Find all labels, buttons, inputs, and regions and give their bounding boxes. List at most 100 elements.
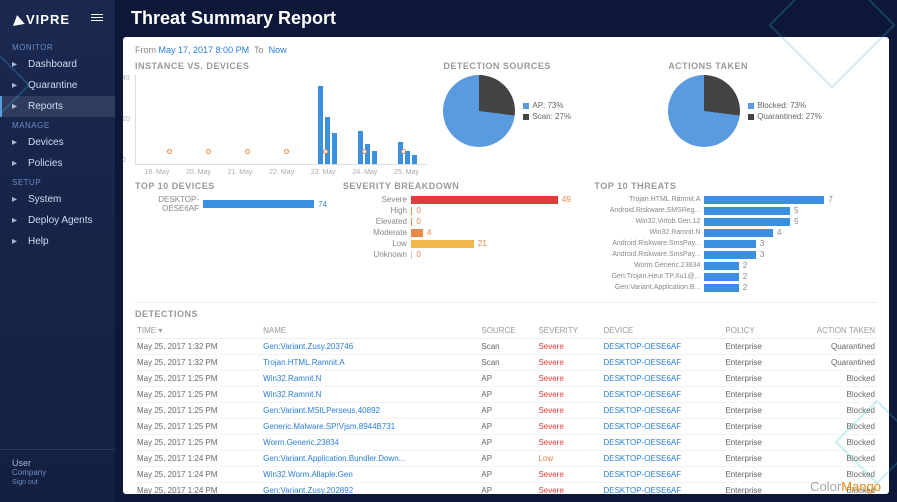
device-link[interactable]: DESKTOP-OESE6AF xyxy=(601,355,723,371)
severity-row-moderate: Moderate 4 xyxy=(343,228,579,237)
severity-value: 4 xyxy=(427,228,431,237)
detection-name-link[interactable]: Worm.Generic.23834 xyxy=(261,435,479,451)
quarantine-icon: ▸ xyxy=(12,80,22,91)
detections-title: DETECTIONS xyxy=(135,309,877,319)
device-value: 74 xyxy=(318,200,327,209)
severity-bar xyxy=(411,207,413,215)
device-link[interactable]: DESKTOP-OESE6AF xyxy=(601,419,723,435)
detection-name-link[interactable]: Win32.Worm.Allaple.Gen xyxy=(261,467,479,483)
threat-value: 2 xyxy=(743,283,747,292)
table-header[interactable]: POLICY xyxy=(723,323,783,339)
detection-name-link[interactable]: Gen:Variant.MSILPerseus.40892 xyxy=(261,403,479,419)
nav-reports[interactable]: ▸Reports xyxy=(0,96,115,117)
threat-value: 2 xyxy=(743,261,747,270)
top-devices-title: TOP 10 DEVICES xyxy=(135,181,327,191)
threat-row: Worm.Generic.23834 2 xyxy=(594,261,877,270)
table-row[interactable]: May 25, 2017 1:25 PMWin32.Ramnit.NAPSeve… xyxy=(135,387,877,403)
dashboard-icon: ▸ xyxy=(12,59,22,70)
nav-item-label: Dashboard xyxy=(28,59,77,70)
detection-name-link[interactable]: Gen:Variant.Application.Bundler.Down... xyxy=(261,451,479,467)
sidebar-user[interactable]: User Company Sign out xyxy=(0,449,115,494)
threat-bar xyxy=(704,262,738,270)
detection-name-link[interactable]: Gen:Variant.Zusy.203746 xyxy=(261,339,479,355)
table-row[interactable]: May 25, 2017 1:25 PMGeneric.Malware.SP!V… xyxy=(135,419,877,435)
device-bar-row: DESKTOP-OESE6AF74 xyxy=(135,195,327,213)
device-link[interactable]: DESKTOP-OESE6AF xyxy=(601,403,723,419)
table-row[interactable]: May 25, 2017 1:25 PMWorm.Generic.23834AP… xyxy=(135,435,877,451)
top-threats-title: TOP 10 THREATS xyxy=(594,181,877,191)
threat-row: Win32.Ramnit.N4 xyxy=(594,228,877,237)
chart-bar xyxy=(325,117,330,164)
table-row[interactable]: May 25, 2017 1:24 PMGen:Variant.Applicat… xyxy=(135,451,877,467)
threat-row: Gen:Trojan.Heur.TP.Xu1@...2 xyxy=(594,272,877,281)
table-row[interactable]: May 25, 2017 1:25 PMWin32.Ramnit.NAPSeve… xyxy=(135,371,877,387)
from-date-link[interactable]: May 17, 2017 8:00 PM xyxy=(159,45,250,55)
nav-item-label: Deploy Agents xyxy=(28,215,93,226)
user-name: User xyxy=(12,458,103,468)
detection-name-link[interactable]: Generic.Malware.SP!Vjsm.8944B731 xyxy=(261,419,479,435)
table-header[interactable]: DEVICE xyxy=(601,323,723,339)
threat-value: 2 xyxy=(743,272,747,281)
device-link[interactable]: DESKTOP-OESE6AF xyxy=(601,387,723,403)
nav-section-label: MANAGE xyxy=(0,117,115,132)
table-header[interactable]: SOURCE xyxy=(479,323,536,339)
nav-devices[interactable]: ▸Devices xyxy=(0,132,115,153)
severity-label: Unknown xyxy=(343,250,411,259)
signout-link[interactable]: Sign out xyxy=(12,479,103,486)
device-link[interactable]: DESKTOP-OESE6AF xyxy=(601,467,723,483)
device-link[interactable]: DESKTOP-OESE6AF xyxy=(601,371,723,387)
device-link[interactable]: DESKTOP-OESE6AF xyxy=(601,339,723,355)
nav-deploy-agents[interactable]: ▸Deploy Agents xyxy=(0,210,115,231)
threat-bar xyxy=(704,251,755,259)
chart-dot xyxy=(206,149,211,154)
to-date-link[interactable]: Now xyxy=(269,45,287,55)
nav-item-label: Help xyxy=(28,236,49,247)
menu-toggle-icon[interactable] xyxy=(91,12,103,23)
nav-section-label: MONITOR xyxy=(0,39,115,54)
threat-label: Android.Riskware.SmsPay... xyxy=(594,251,704,258)
table-header[interactable]: NAME xyxy=(261,323,479,339)
severity-title: SEVERITY BREAKDOWN xyxy=(343,181,579,191)
date-range: From May 17, 2017 8:00 PM To Now xyxy=(135,45,877,55)
app-root: VIPRE MONITOR▸Dashboard▸Quarantine▸Repor… xyxy=(0,0,897,502)
help-icon: ▸ xyxy=(12,236,22,247)
table-header[interactable]: TIME ▾ xyxy=(135,323,261,339)
detection-name-link[interactable]: Gen:Variant.Zusy.202892 xyxy=(261,483,479,495)
severity-label: High xyxy=(343,206,411,215)
nav-system[interactable]: ▸System xyxy=(0,189,115,210)
severity-value: 21 xyxy=(478,239,487,248)
table-row[interactable]: May 25, 2017 1:32 PMTrojan.HTML.Ramnit.A… xyxy=(135,355,877,371)
device-link[interactable]: DESKTOP-OESE6AF xyxy=(601,435,723,451)
detection-name-link[interactable]: Win32.Ramnit.N xyxy=(261,387,479,403)
threat-row: Android.Riskware.SMSReg...5 xyxy=(594,206,877,215)
monitor-icon: ▸ xyxy=(12,137,22,148)
content: From May 17, 2017 8:00 PM To Now INSTANC… xyxy=(123,37,889,494)
severity-value: 49 xyxy=(562,195,571,204)
chart-bar xyxy=(358,131,363,164)
table-row[interactable]: May 25, 2017 1:25 PMGen:Variant.MSILPers… xyxy=(135,403,877,419)
table-row[interactable]: May 25, 2017 1:24 PMGen:Variant.Zusy.202… xyxy=(135,483,877,495)
actions-taken-pie xyxy=(668,75,740,147)
device-link[interactable]: DESKTOP-OESE6AF xyxy=(601,451,723,467)
severity-row-elevated: Elevated0 xyxy=(343,217,579,226)
severity-label: Moderate xyxy=(343,228,411,237)
nav-policies[interactable]: ▸Policies xyxy=(0,153,115,174)
threat-bar xyxy=(704,218,790,226)
threat-label: Android.Riskware.SmsPay... xyxy=(594,240,704,247)
table-header[interactable]: SEVERITY xyxy=(536,323,601,339)
severity-bar xyxy=(411,196,558,204)
detection-name-link[interactable]: Trojan.HTML.Ramnit.A xyxy=(261,355,479,371)
table-row[interactable]: May 25, 2017 1:24 PMWin32.Worm.Allaple.G… xyxy=(135,467,877,483)
threat-bar xyxy=(704,207,790,215)
detection-name-link[interactable]: Win32.Ramnit.N xyxy=(261,371,479,387)
threat-bar xyxy=(704,273,738,281)
device-link[interactable]: DESKTOP-OESE6AF xyxy=(601,483,723,495)
table-header[interactable]: ACTION TAKEN xyxy=(784,323,877,339)
threat-label: Worm.Generic.23834 xyxy=(594,262,704,269)
nav-help[interactable]: ▸ Help xyxy=(0,231,115,252)
threat-value: 7 xyxy=(828,195,832,204)
threat-row: Win32.Virtob.Gen.125 xyxy=(594,217,877,226)
detection-sources-title: DETECTION SOURCES xyxy=(443,61,652,71)
table-row[interactable]: May 25, 2017 1:32 PMGen:Variant.Zusy.203… xyxy=(135,339,877,355)
severity-value: 0 xyxy=(416,206,420,215)
